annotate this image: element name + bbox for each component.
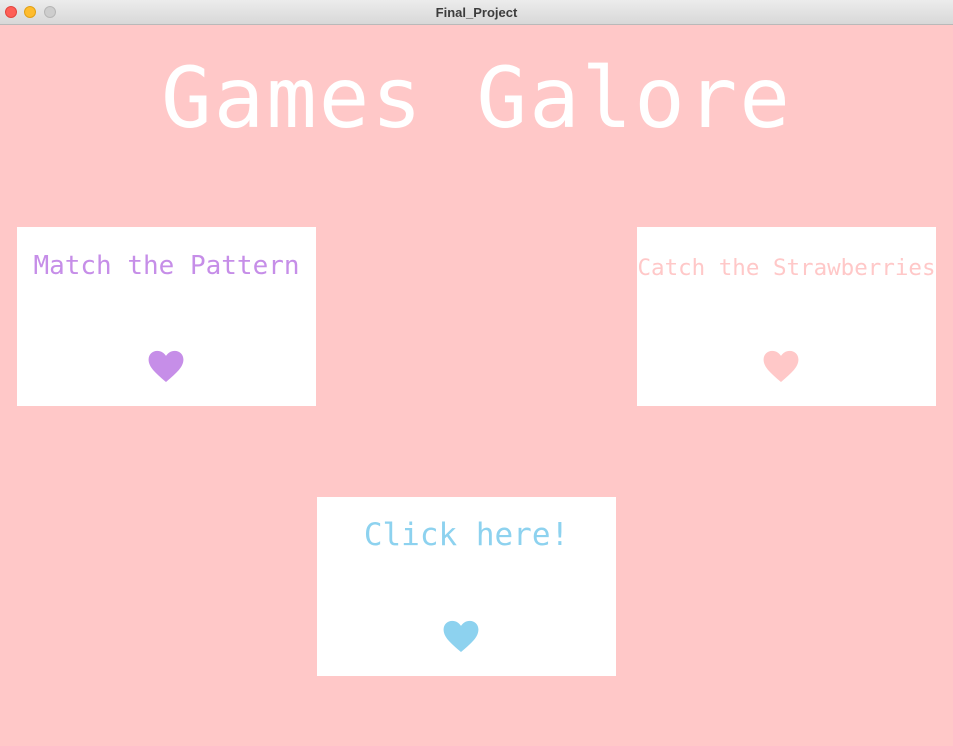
match-the-pattern-label: Match the Pattern [33,251,300,281]
heart-icon [443,620,479,653]
match-the-pattern-card[interactable]: Match the Pattern [17,227,316,406]
app-window: Final_Project Games Galore Match the Pat… [0,0,953,746]
click-here-card[interactable]: Click here! [317,497,616,676]
click-here-label: Click here! [363,517,570,553]
title-bar: Final_Project [0,0,953,25]
heart-icon [763,350,799,383]
page-title: Games Galore [161,49,792,147]
heart-icon [148,350,184,383]
window-title: Final_Project [435,5,518,20]
catch-the-strawberries-card[interactable]: Catch the Strawberries [637,227,936,406]
catch-the-strawberries-label: Catch the Strawberries [637,255,936,281]
